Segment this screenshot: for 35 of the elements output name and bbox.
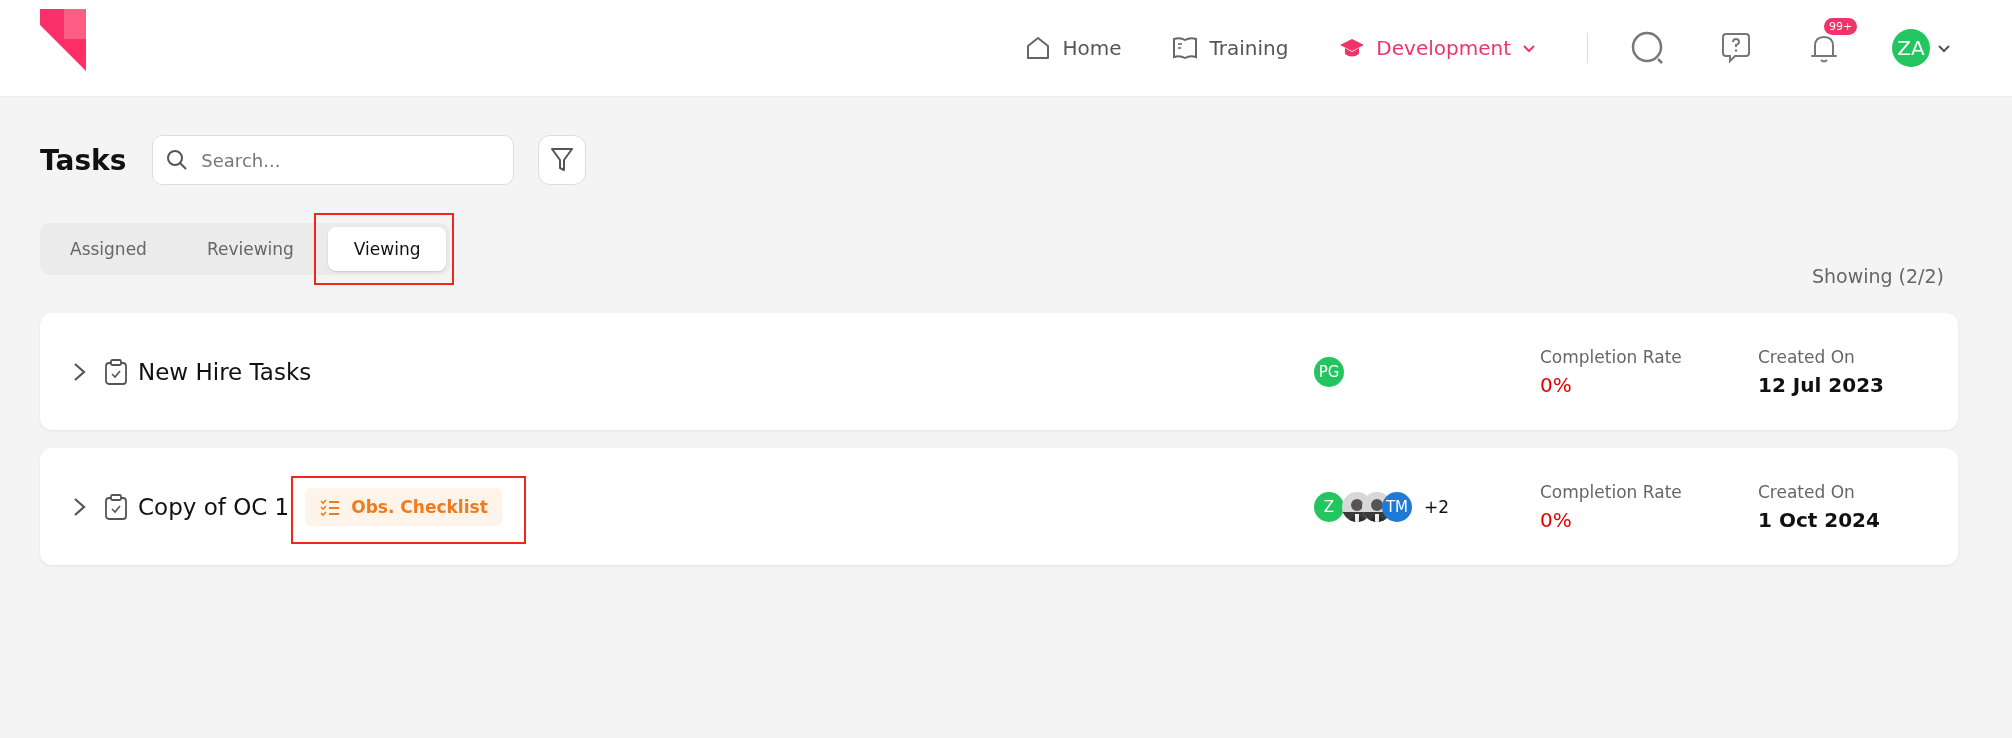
user-avatar: Z <box>1314 491 1344 522</box>
tag: Obs. Checklist <box>305 487 502 526</box>
tab[interactable]: Reviewing <box>180 227 320 271</box>
created-date: 1 Oct 2024 <box>1758 507 1881 532</box>
completion-rate: 0% <box>1540 507 1573 532</box>
book-icon <box>1171 34 1200 62</box>
page-title: Tasks <box>40 143 127 177</box>
clipboard-icon <box>104 358 128 385</box>
nav-link[interactable]: Home <box>1024 34 1122 62</box>
nav-link[interactable]: Development <box>1338 34 1537 62</box>
stat-label: Created On <box>1758 481 1856 502</box>
tab[interactable]: Viewing <box>327 227 447 271</box>
clipboard-icon <box>104 493 128 520</box>
created-date: 12 Jul 2023 <box>1758 372 1885 397</box>
stat-label: Completion Rate <box>1540 481 1683 502</box>
search-field[interactable]: Search... <box>152 135 515 185</box>
stat-label: Created On <box>1758 346 1856 367</box>
more-count: +2 <box>1424 496 1450 517</box>
user-avatar: TM <box>1382 491 1412 522</box>
completion-rate: 0% <box>1540 372 1573 397</box>
stat-label: Completion Rate <box>1540 346 1683 367</box>
checklist-icon <box>319 496 340 517</box>
tab[interactable]: Assigned <box>44 227 173 271</box>
task-card[interactable]: New Hire Tasks PG Completion Rate 0% Created On 12 Jul 2023 <box>40 313 1958 430</box>
task-card[interactable]: Copy of OC 1 Obs. Checklist Z TM +2 Completion Rate 0% Created On 1 Oct 2024 <box>40 448 1958 565</box>
filter-button[interactable] <box>538 135 587 185</box>
task-title: New Hire Tasks <box>138 358 312 385</box>
filter-icon <box>550 147 575 173</box>
task-title: Copy of OC 1 <box>138 493 290 520</box>
help-icon <box>1719 31 1753 65</box>
nav-link[interactable]: Training <box>1171 34 1289 62</box>
user-avatar: PG <box>1314 356 1344 387</box>
result-count: Showing (2/2) <box>1811 265 1944 287</box>
notification-badge: 99+ <box>1824 18 1858 35</box>
search-icon <box>166 149 189 171</box>
